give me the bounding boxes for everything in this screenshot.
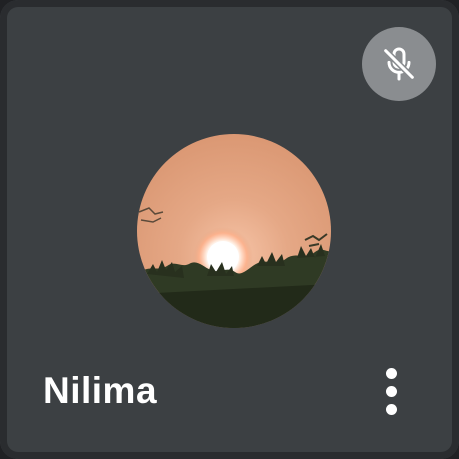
mic-off-icon: [382, 47, 416, 81]
participant-name: Nilima: [43, 370, 158, 411]
more-options-button[interactable]: [366, 358, 416, 424]
participant-tile[interactable]: Nilima: [0, 0, 459, 459]
mic-muted-indicator: [362, 27, 436, 101]
more-vert-icon: [385, 367, 397, 415]
sunset-photo: [137, 134, 331, 328]
avatar: [137, 134, 331, 328]
